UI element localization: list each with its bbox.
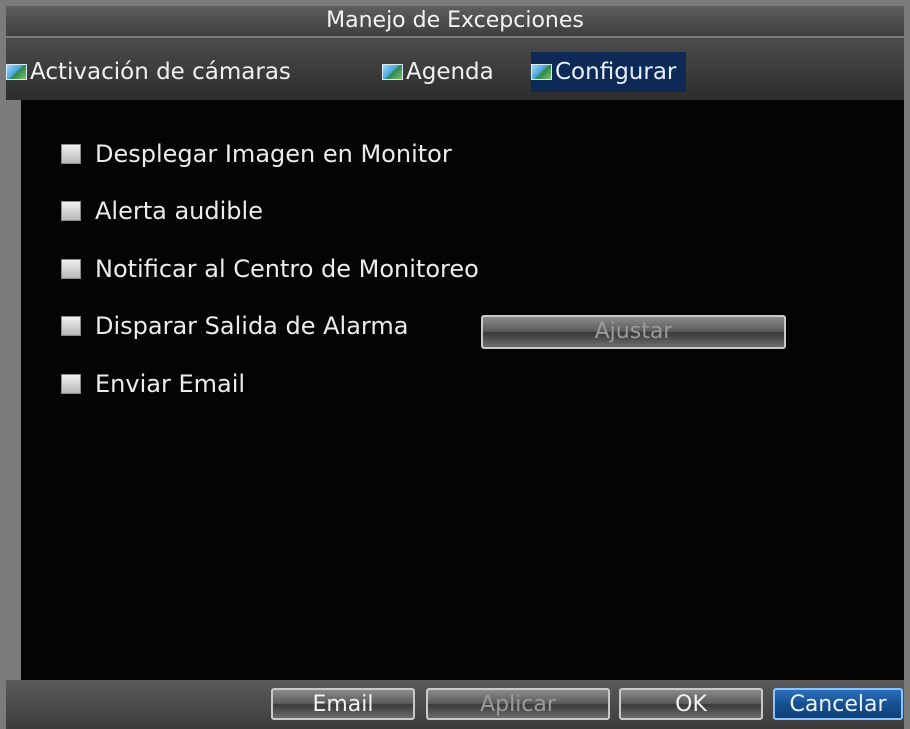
apply-button[interactable]: Aplicar: [426, 688, 610, 720]
image-icon: [6, 64, 27, 80]
email-button[interactable]: Email: [271, 688, 415, 720]
option-send-email[interactable]: Enviar Email: [61, 368, 245, 400]
option-trigger-alarm-output[interactable]: Disparar Salida de Alarma: [61, 310, 408, 342]
footer-bar: Email Aplicar OK Cancelar: [6, 680, 904, 729]
exception-handling-window: Manejo de Excepciones Activación de cáma…: [0, 0, 910, 729]
option-audible-alert[interactable]: Alerta audible: [61, 195, 263, 227]
tab-label: Activación de cámaras: [30, 59, 291, 85]
image-icon: [531, 64, 552, 80]
option-display-image[interactable]: Desplegar Imagen en Monitor: [61, 138, 452, 170]
option-notify-monitoring-center[interactable]: Notificar al Centro de Monitoreo: [61, 253, 479, 285]
configuration-panel: Desplegar Imagen en Monitor Alerta audib…: [21, 100, 904, 680]
option-label: Disparar Salida de Alarma: [95, 312, 409, 340]
option-label: Notificar al Centro de Monitoreo: [95, 255, 479, 283]
checkbox[interactable]: [61, 201, 81, 221]
tab-configure[interactable]: Configurar: [531, 52, 687, 92]
ok-button[interactable]: OK: [619, 688, 763, 720]
tab-bar: Activación de cámaras Agenda Configurar: [6, 38, 904, 100]
checkbox[interactable]: [61, 316, 81, 336]
option-label: Enviar Email: [95, 370, 246, 398]
image-icon: [382, 64, 403, 80]
tab-label: Agenda: [406, 59, 494, 85]
checkbox[interactable]: [61, 144, 81, 164]
checkbox[interactable]: [61, 259, 81, 279]
cancel-button[interactable]: Cancelar: [773, 688, 903, 720]
tab-camera-activation[interactable]: Activación de cámaras: [6, 52, 291, 92]
window-title: Manejo de Excepciones: [6, 6, 904, 36]
checkbox[interactable]: [61, 374, 81, 394]
option-label: Desplegar Imagen en Monitor: [95, 140, 452, 168]
tab-agenda[interactable]: Agenda: [382, 52, 494, 92]
alarm-output-settings-button[interactable]: Ajustar: [481, 315, 786, 349]
option-label: Alerta audible: [95, 197, 263, 225]
tab-label: Configurar: [555, 59, 677, 85]
